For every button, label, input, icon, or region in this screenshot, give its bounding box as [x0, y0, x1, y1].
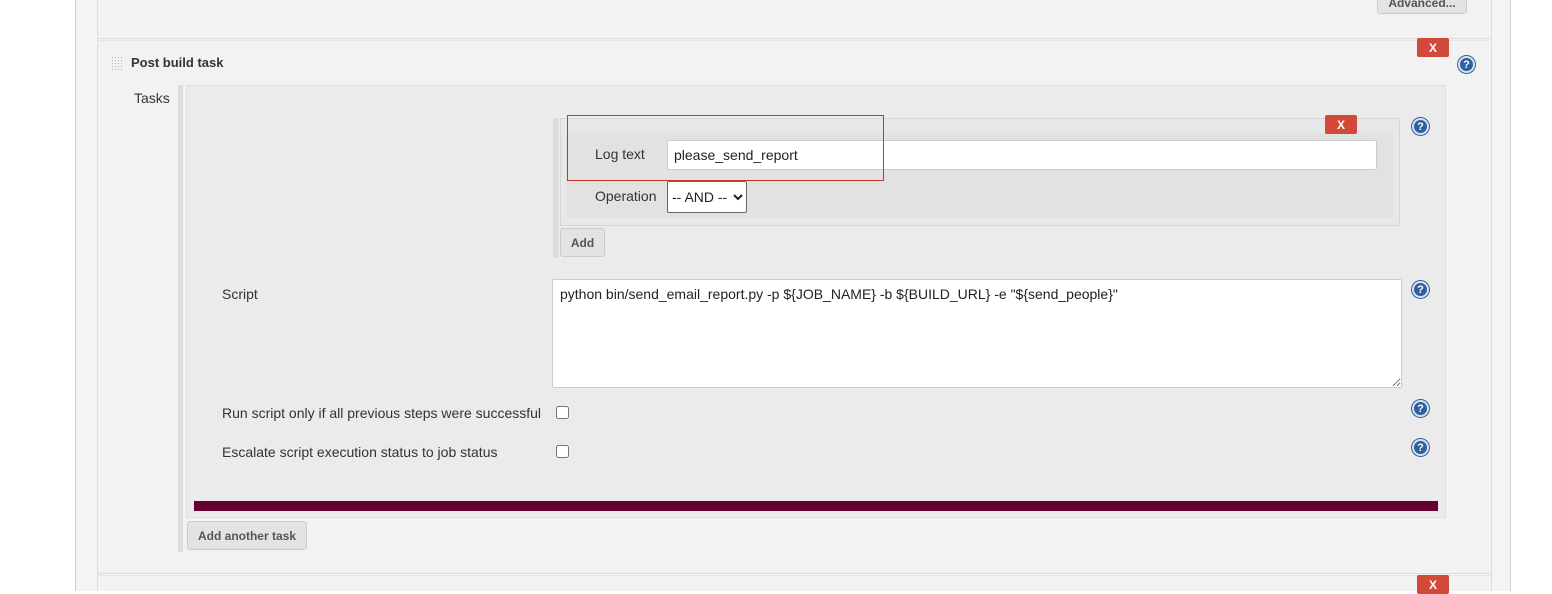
separator-bar [194, 501, 1438, 511]
section-title: Post build task [131, 55, 224, 70]
section-divider [97, 38, 1492, 41]
add-another-task-button[interactable]: Add another task [187, 521, 307, 550]
section-divider [97, 573, 1492, 576]
delete-next-section-button[interactable]: X [1417, 575, 1449, 594]
tasks-left-bar [178, 85, 183, 552]
log-block-bar [553, 118, 558, 258]
delete-section-button[interactable]: X [1417, 38, 1449, 57]
help-icon[interactable]: ? [1458, 56, 1475, 73]
operation-select[interactable]: -- AND -- [667, 181, 747, 213]
advanced-button[interactable]: Advanced... [1377, 0, 1467, 14]
help-icon[interactable]: ? [1412, 118, 1429, 135]
tasks-label: Tasks [134, 90, 170, 106]
help-icon[interactable]: ? [1412, 400, 1429, 417]
help-icon[interactable]: ? [1412, 439, 1429, 456]
delete-log-button[interactable]: X [1325, 115, 1357, 134]
escalate-label: Escalate script execution status to job … [222, 444, 498, 460]
drag-handle-icon[interactable] [111, 56, 122, 71]
add-log-button[interactable]: Add [560, 228, 605, 257]
script-textarea[interactable]: python bin/send_email_report.py -p ${JOB… [552, 279, 1402, 388]
escalate-checkbox[interactable] [556, 445, 569, 458]
run-if-success-checkbox[interactable] [556, 406, 569, 419]
operation-label: Operation [595, 188, 657, 204]
highlight-box [567, 115, 884, 181]
run-if-success-label: Run script only if all previous steps we… [222, 405, 542, 421]
script-label: Script [222, 286, 258, 302]
help-icon[interactable]: ? [1412, 281, 1429, 298]
